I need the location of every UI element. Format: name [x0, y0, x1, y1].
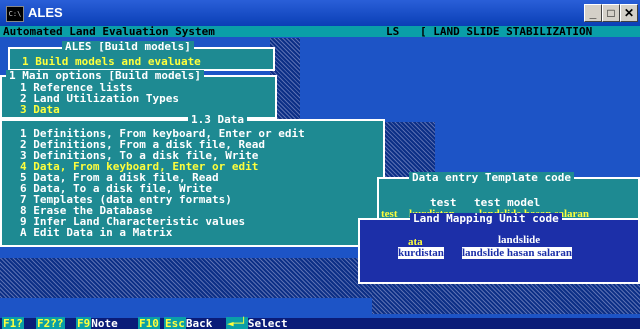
lmu-selected-name[interactable]: landslide hasan salaran [462, 247, 573, 259]
minimize-button[interactable]: _ [584, 4, 602, 22]
background-hatch [372, 284, 640, 314]
esc-key-label: Esc [164, 317, 186, 329]
model-name: [ LAND SLIDE STABILIZATION [420, 26, 593, 38]
maximize-button[interactable]: □ [602, 4, 620, 22]
dos-screen: Automated Land Evaluation System LS [ LA… [0, 26, 640, 329]
f9-note-key[interactable]: F9Note [76, 317, 118, 329]
window-title-bar[interactable]: C:\ ALES _ □ ✕ [0, 0, 640, 26]
template-name: test model [474, 196, 541, 209]
menu-item-data[interactable]: 3 Data [20, 104, 60, 115]
console-app-icon[interactable]: C:\ [6, 6, 24, 22]
f9-key-label: F9 [76, 317, 92, 329]
esc-back-key[interactable]: EscBack [164, 317, 213, 329]
f1-key-label: F1? [2, 317, 24, 329]
model-code: LS [386, 26, 400, 38]
data-menu-title: 1.3 Data [188, 114, 247, 125]
f10-key-label: F10 [138, 317, 160, 329]
function-key-bar: F1? F2?? F9Note F10 EscBack ◄─┘Select [0, 317, 640, 329]
enter-key-action: Select [247, 317, 288, 329]
system-name: Automated Land Evaluation System [3, 26, 215, 38]
background-hatch [0, 258, 375, 298]
esc-key-action: Back [185, 317, 213, 329]
enter-select-key[interactable]: ◄─┘Select [226, 317, 288, 329]
menu-item-build-models[interactable]: 1 Build models and evaluate [22, 56, 201, 67]
f2-key-label: F2?? [36, 317, 65, 329]
header-bar: Automated Land Evaluation System LS [ LA… [0, 26, 640, 37]
lmu-name: landslide [498, 234, 541, 246]
f9-key-action: Note [91, 317, 118, 329]
ales-menu-title: ALES [Build models] [62, 41, 194, 52]
ales-menu: ALES [Build models] 1 Build models and e… [8, 41, 275, 71]
main-options-title: 1 Main options [Build models] [6, 70, 205, 81]
lmu-selected-code[interactable]: kurdistan [398, 247, 444, 259]
data-item-a[interactable]: A Edit Data in a Matrix [20, 227, 172, 238]
template-panel-title: Data entry Template code [409, 172, 574, 183]
close-button[interactable]: ✕ [620, 4, 638, 22]
f2-key[interactable]: F2?? [36, 317, 65, 329]
data-menu: 1.3 Data 1 Definitions, From keyboard, E… [0, 114, 385, 247]
window-title: ALES [28, 5, 63, 20]
template-code: test [430, 196, 457, 209]
lmu-panel-title: Land Mapping Unit code [410, 213, 562, 224]
enter-key-label: ◄─┘ [226, 317, 248, 329]
land-mapping-unit-panel: Land Mapping Unit code ata landslide kur… [358, 213, 640, 284]
f10-key[interactable]: F10 [138, 317, 160, 329]
f1-help-key[interactable]: F1? [2, 317, 24, 329]
